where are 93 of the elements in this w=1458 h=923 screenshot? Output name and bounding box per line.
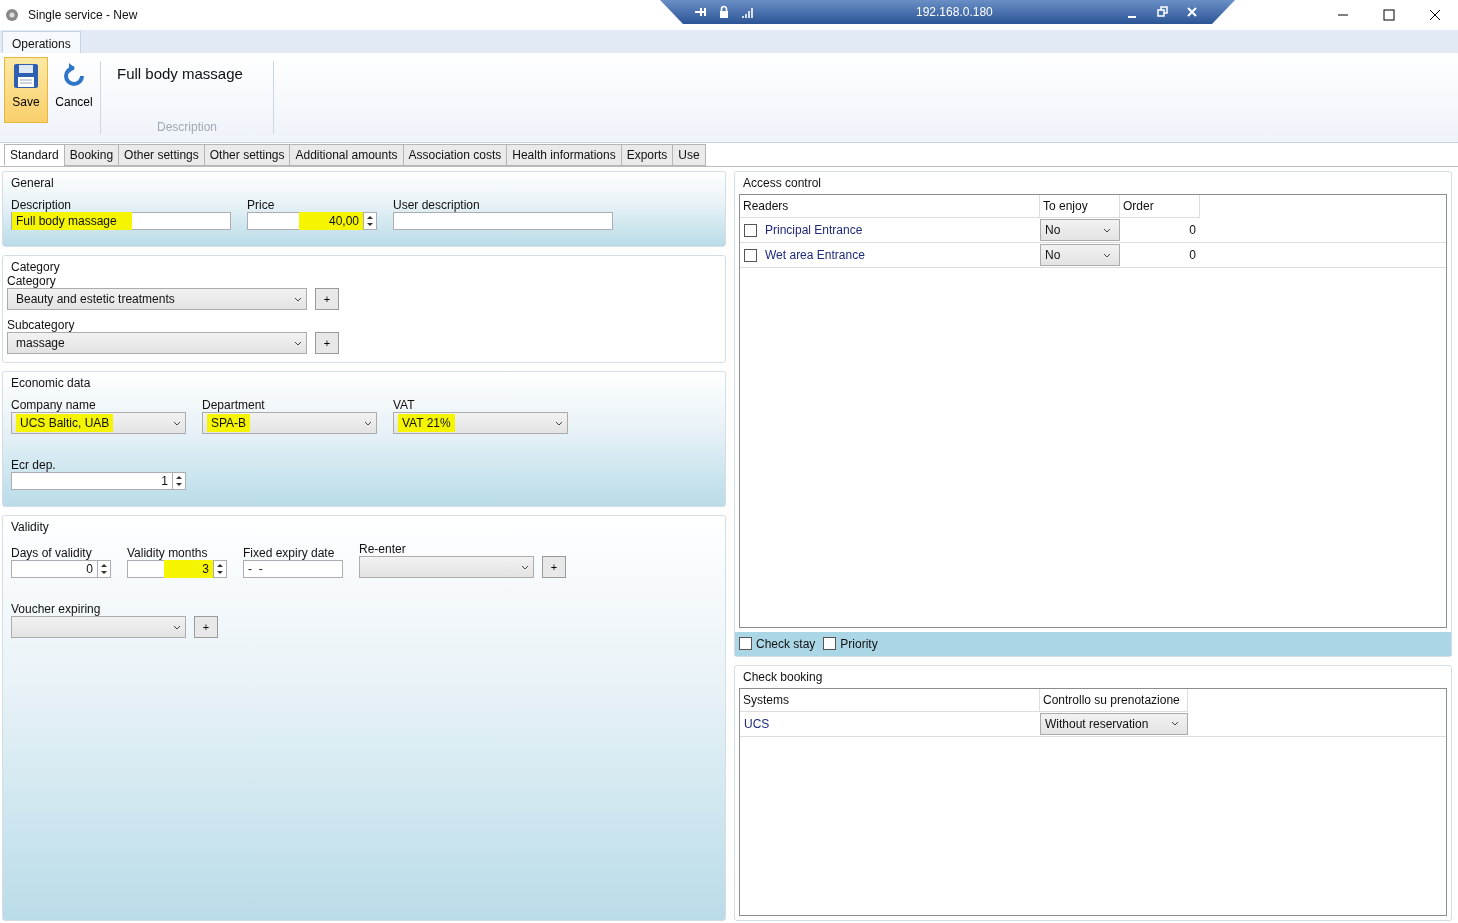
dropdown[interactable]: SPA-B <box>202 412 377 434</box>
spin-down-icon[interactable] <box>367 223 373 227</box>
field-label: Ecr dep. <box>11 458 57 472</box>
order-cell-text: 0 <box>1188 222 1197 239</box>
tab[interactable]: Additional amounts <box>289 144 404 166</box>
column-header: Order <box>1120 195 1200 218</box>
system-name: UCS <box>743 715 771 733</box>
caret-icon <box>555 420 563 426</box>
dropdown[interactable]: UCS Baltic, UAB <box>11 412 186 434</box>
field-label: Description <box>11 198 73 212</box>
dropdown[interactable]: No <box>1040 219 1120 241</box>
ribbon-group-label: Description <box>156 119 218 136</box>
section-title: Validity <box>10 520 50 534</box>
dropdown[interactable]: Beauty and estetic treatments <box>7 288 307 310</box>
spin-down-icon[interactable] <box>217 571 223 575</box>
caret-icon <box>173 420 181 426</box>
dropdown[interactable]: massage <box>7 332 307 354</box>
input-field[interactable]: Full body massage <box>11 212 231 230</box>
field-label: Department <box>202 398 266 412</box>
add-button[interactable]: + <box>315 332 339 354</box>
tab[interactable]: Association costs <box>402 144 508 166</box>
add-button[interactable]: + <box>315 288 339 310</box>
field-label: Category <box>7 274 57 288</box>
column-header: Controllo su prenotazione <box>1040 688 1188 712</box>
spin-up-icon[interactable] <box>101 563 107 567</box>
tab[interactable]: Other settings <box>203 144 291 166</box>
section-title: General <box>10 176 55 190</box>
checkbox[interactable] <box>744 223 757 237</box>
spin-down-icon[interactable] <box>101 571 107 575</box>
tab[interactable]: Standard <box>4 144 65 166</box>
caret-icon <box>1103 227 1111 233</box>
cancel-button[interactable]: Cancel <box>52 57 96 123</box>
field-label: Validity months <box>127 546 209 560</box>
column-header: Systems <box>740 688 1040 712</box>
caret-icon <box>364 420 372 426</box>
field-label: Days of validity <box>11 546 93 560</box>
caret-icon <box>1171 721 1179 726</box>
section-title: Economic data <box>10 376 92 390</box>
caret-icon <box>173 624 181 630</box>
number-field[interactable]: 1 <box>11 472 186 490</box>
order-cell-text: 0 <box>1188 247 1197 264</box>
field-label: Subcategory <box>7 318 76 332</box>
field-label: Price <box>247 198 276 212</box>
spin-up-icon[interactable] <box>217 563 223 567</box>
checkbox[interactable] <box>823 637 837 650</box>
dropdown[interactable]: No <box>1040 244 1120 266</box>
save-button[interactable]: Save <box>4 57 48 123</box>
reader-name: Wet area Entrance <box>765 247 865 264</box>
number-field[interactable]: 40,00 <box>247 212 377 230</box>
restore-icon[interactable] <box>1155 5 1169 19</box>
caret-icon <box>294 340 302 346</box>
add-button[interactable]: + <box>542 556 566 578</box>
field-label: User description <box>393 198 481 212</box>
field-label: Voucher expiring <box>11 602 102 616</box>
ribbon-tab[interactable]: Operations <box>2 31 81 53</box>
add-button[interactable]: + <box>194 616 218 638</box>
field-label: Fixed expiry date <box>243 546 336 560</box>
input-field[interactable]: - - <box>243 560 343 578</box>
section-title: Check booking <box>742 669 824 684</box>
reader-name: Principal Entrance <box>765 222 863 239</box>
spin-down-icon[interactable] <box>176 483 182 487</box>
close-icon <box>1428 8 1442 22</box>
field-label: VAT <box>393 398 416 412</box>
window-title: Single service - New <box>28 7 138 24</box>
spin-up-icon[interactable] <box>176 475 182 479</box>
section-title: Category <box>10 260 61 274</box>
close-icon[interactable] <box>1185 5 1199 19</box>
column-header: To enjoy <box>1040 195 1120 218</box>
input-field[interactable] <box>393 212 613 230</box>
tab[interactable]: Booking <box>63 144 120 166</box>
maximize-icon <box>1382 8 1396 22</box>
tab[interactable]: Other settings <box>118 144 205 166</box>
spin-up-icon[interactable] <box>367 215 373 219</box>
checkbox-label: Check stay <box>756 635 816 653</box>
column-header: Readers <box>740 195 1040 218</box>
tab[interactable]: Use <box>672 144 706 166</box>
tab[interactable]: Health informations <box>506 144 622 166</box>
checkbox[interactable] <box>744 248 757 262</box>
tab[interactable]: Exports <box>620 144 674 166</box>
field-label: Re-enter <box>359 542 407 556</box>
caret-icon <box>294 296 302 302</box>
dropdown[interactable]: VAT 21% <box>393 412 568 434</box>
ribbon-description: Full body massage <box>117 64 244 84</box>
caret-icon <box>521 564 529 570</box>
caret-icon <box>1103 252 1111 258</box>
field-label: Company name <box>11 398 97 412</box>
section-title: Access control <box>742 176 823 190</box>
checkbox[interactable] <box>739 637 752 650</box>
checkbox-label: Priority <box>840 635 878 653</box>
ip-address: 192.168.0.180 <box>916 4 993 21</box>
number-field[interactable]: 3 <box>127 560 227 578</box>
number-field[interactable]: 0 <box>11 560 111 578</box>
dropdown[interactable]: Without reservation <box>1040 712 1188 735</box>
